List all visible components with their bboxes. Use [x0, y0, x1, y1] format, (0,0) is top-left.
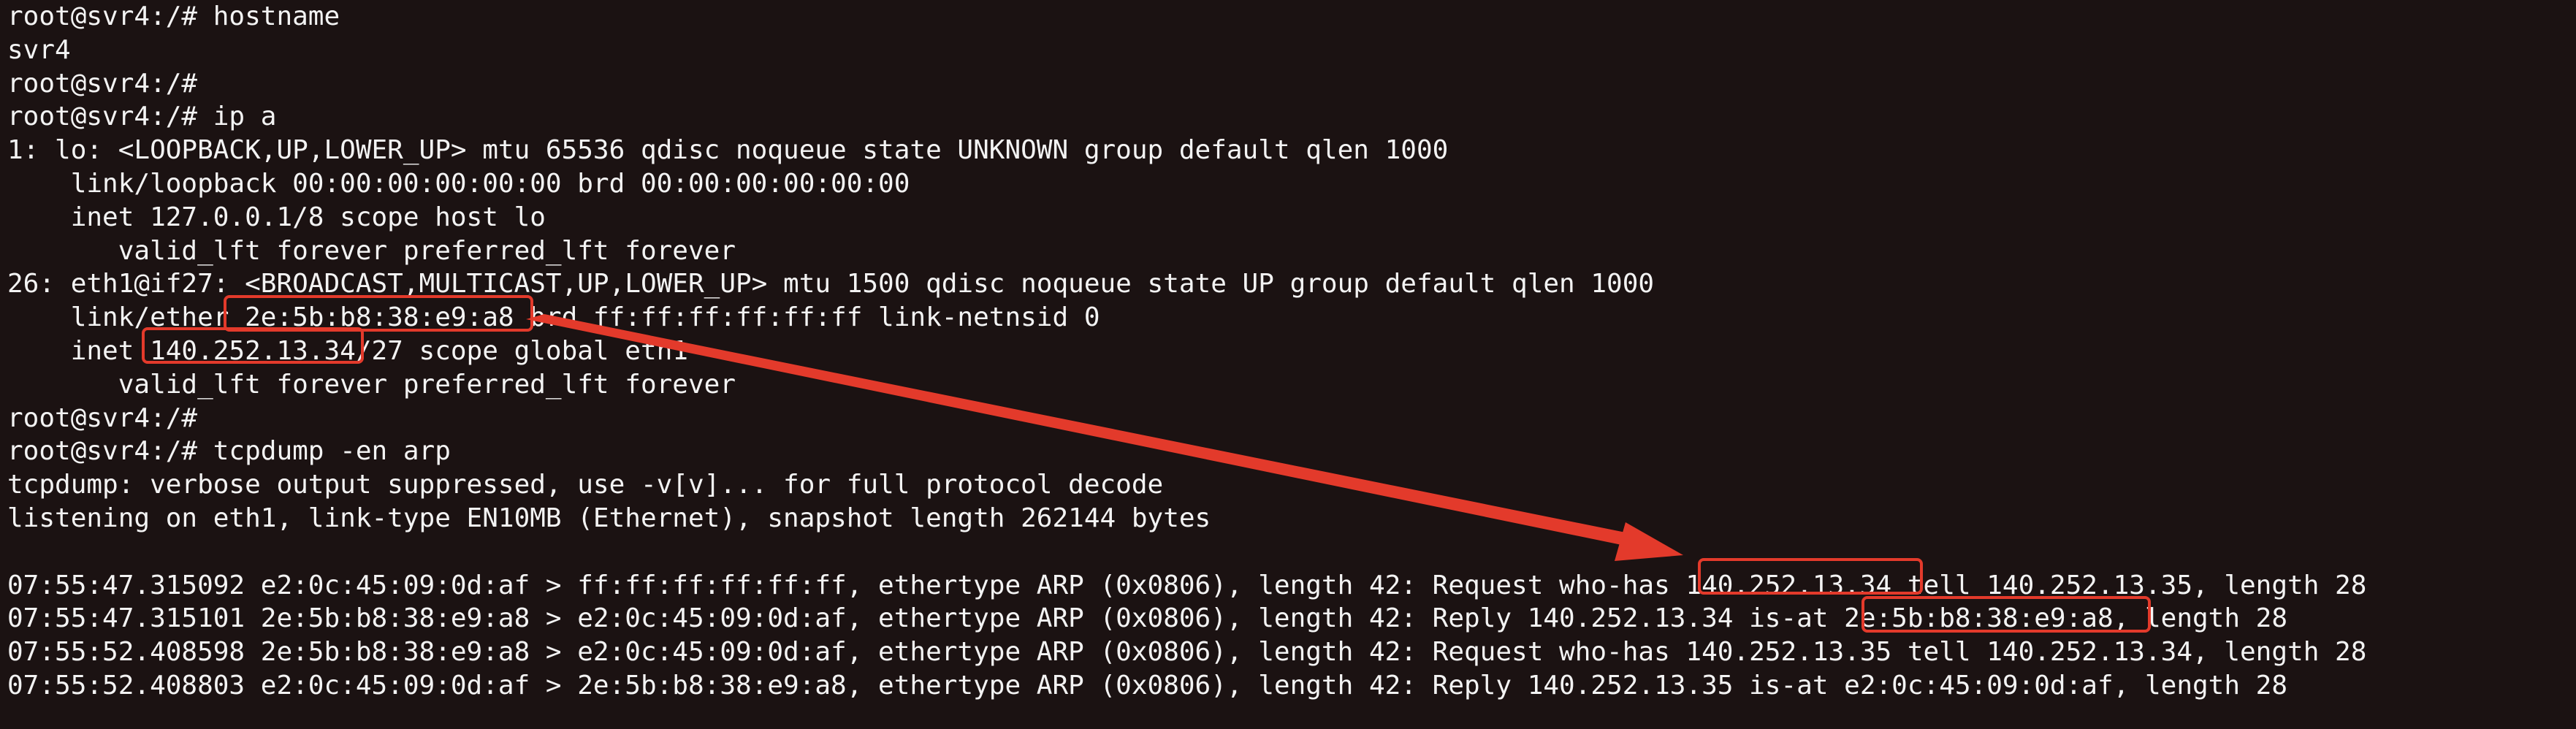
- terminal-line: root@svr4:/# ip a: [7, 102, 277, 132]
- terminal-line: root@svr4:/#: [7, 68, 198, 99]
- terminal-line: link/ether 2e:5b:b8:38:e9:a8 brd ff:ff:f…: [7, 302, 1100, 333]
- terminal-line: inet 127.0.0.1/8 scope host lo: [7, 202, 546, 232]
- terminal-line: root@svr4:/#: [7, 402, 198, 433]
- terminal-line: svr4: [7, 34, 71, 65]
- terminal-line: 26: eth1@if27: <BROADCAST,MULTICAST,UP,L…: [7, 269, 1655, 299]
- terminal-line: valid_lft forever preferred_lft forever: [7, 235, 736, 266]
- terminal-window[interactable]: root@svr4:/# hostname svr4 root@svr4:/# …: [0, 0, 2576, 729]
- terminal-line: 07:55:52.408598 2e:5b:b8:38:e9:a8 > e2:0…: [7, 637, 2367, 668]
- terminal-line: tcpdump: verbose output suppressed, use …: [7, 470, 1164, 500]
- terminal-line: 07:55:47.315092 e2:0c:45:09:0d:af > ff:f…: [7, 570, 2367, 600]
- terminal-line: root@svr4:/# hostname: [7, 1, 340, 31]
- terminal-line: 07:55:52.408803 e2:0c:45:09:0d:af > 2e:5…: [7, 670, 2288, 701]
- terminal-line: 07:55:47.315101 2e:5b:b8:38:e9:a8 > e2:0…: [7, 603, 2288, 634]
- terminal-line: 1: lo: <LOOPBACK,UP,LOWER_UP> mtu 65536 …: [7, 135, 1449, 166]
- terminal-line: valid_lft forever preferred_lft forever: [7, 369, 736, 400]
- terminal-line: root@svr4:/# tcpdump -en arp: [7, 436, 451, 467]
- terminal-line: listening on eth1, link-type EN10MB (Eth…: [7, 503, 1211, 533]
- terminal-line: link/loopback 00:00:00:00:00:00 brd 00:0…: [7, 168, 910, 199]
- terminal-line: inet 140.252.13.34/27 scope global eth1: [7, 335, 688, 366]
